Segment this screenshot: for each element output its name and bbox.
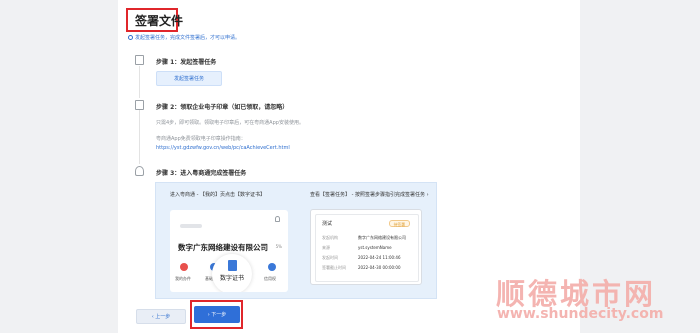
icon-label: 信用权 (264, 276, 276, 281)
row-value: 2022-04-30 00:00:00 (358, 265, 401, 270)
prev-step-button[interactable]: ‹ 上一步 (136, 309, 186, 324)
sign-task-inner: 测试 待签署 发起机构 数字广东网络建设有限公司 来源 yst.systemName… (315, 214, 419, 282)
step-1-title: 步骤 1：发起签署任务 (156, 59, 217, 66)
digital-cert-label: 数字证书 (219, 275, 244, 282)
row-key: 来源 (322, 245, 330, 250)
blurred-text (180, 224, 202, 228)
task-title: 测试 (322, 221, 333, 227)
prev-step-label: ‹ 上一步 (151, 314, 171, 320)
start-sign-task-button[interactable]: 发起签署任务 (156, 71, 222, 86)
row-value: yst.systemName (358, 245, 392, 250)
certificate-icon (228, 260, 237, 271)
clipboard-icon (135, 100, 144, 110)
start-sign-task-label: 发起签署任务 (173, 76, 204, 82)
credit-icon (268, 263, 276, 271)
company-name: 数字广东网络建设有限公司 (178, 243, 268, 252)
task-row: 来源 yst.systemName (322, 245, 392, 251)
hint-text: 发起签署任务，完成文件签署后，才可以申请。 (128, 34, 240, 41)
guide-label: 粤商通App免费领取电子印章操作指南： (156, 136, 246, 142)
watermark-url: www.shundecity.com (497, 306, 664, 322)
row-key: 发起时间 (322, 255, 338, 260)
bell-icon (275, 216, 280, 222)
task-row: 签署截止时间 2022-04-30 00:00:00 (322, 265, 400, 271)
user-icon (135, 166, 144, 176)
app-screenshot: 数字广东网络建设有限公司 5% 我的办件 基础资料 信用权 数字证书 (170, 210, 288, 292)
sign-task-card: 测试 待签署 发起机构 数字广东网络建设有限公司 来源 yst.systemName… (310, 209, 422, 285)
step-2-title: 步骤 2：领取企业电子印章（如已领取，请忽略） (156, 104, 289, 111)
step-connector (139, 110, 140, 164)
status-badge: 待签署 (388, 220, 410, 227)
task-row: 发起时间 2022-04-24 11:00:46 (322, 255, 400, 261)
hint-label: 发起签署任务，完成文件签署后，才可以申请。 (135, 35, 241, 41)
right-instruction: 查看【签署任务】 - 按照签署步骤指引完成签署任务 › (310, 192, 429, 198)
step-3-title: 步骤 3：进入粤商通完成签署任务 (156, 170, 247, 177)
next-step-button[interactable]: › 下一步 (194, 306, 240, 323)
step-connector (139, 66, 140, 98)
next-step-label: › 下一步 (207, 312, 227, 318)
instruction-panel: 进入粤商通 - 【我的】页点击【数字证书】 查看【签署任务】 - 按照签署步骤指… (155, 182, 437, 299)
my-cases-icon (180, 263, 188, 271)
task-row: 发起机构 数字广东网络建设有限公司 (322, 235, 406, 241)
step-2-desc: 只需4步，即可领取。领取电子印章后，可在粤商通App安装使用。 (156, 120, 304, 126)
row-value: 2022-04-24 11:00:46 (358, 255, 401, 260)
row-value: 数字广东网络建设有限公司 (358, 235, 406, 240)
page-title: 签署文件 (135, 14, 184, 28)
digital-cert-magnifier: 数字证书 (212, 254, 252, 292)
info-icon (128, 35, 133, 40)
icon-label: 我的办件 (175, 276, 191, 281)
left-instruction: 进入粤商通 - 【我的】页点击【数字证书】 (170, 192, 265, 198)
row-key: 发起机构 (322, 235, 338, 240)
app-tag: 5% (275, 244, 282, 249)
guide-link[interactable]: https://yst.gdzwfw.gov.cn/web/pc/caAchie… (156, 145, 290, 151)
row-key: 签署截止时间 (322, 265, 346, 270)
edit-icon (135, 55, 144, 65)
